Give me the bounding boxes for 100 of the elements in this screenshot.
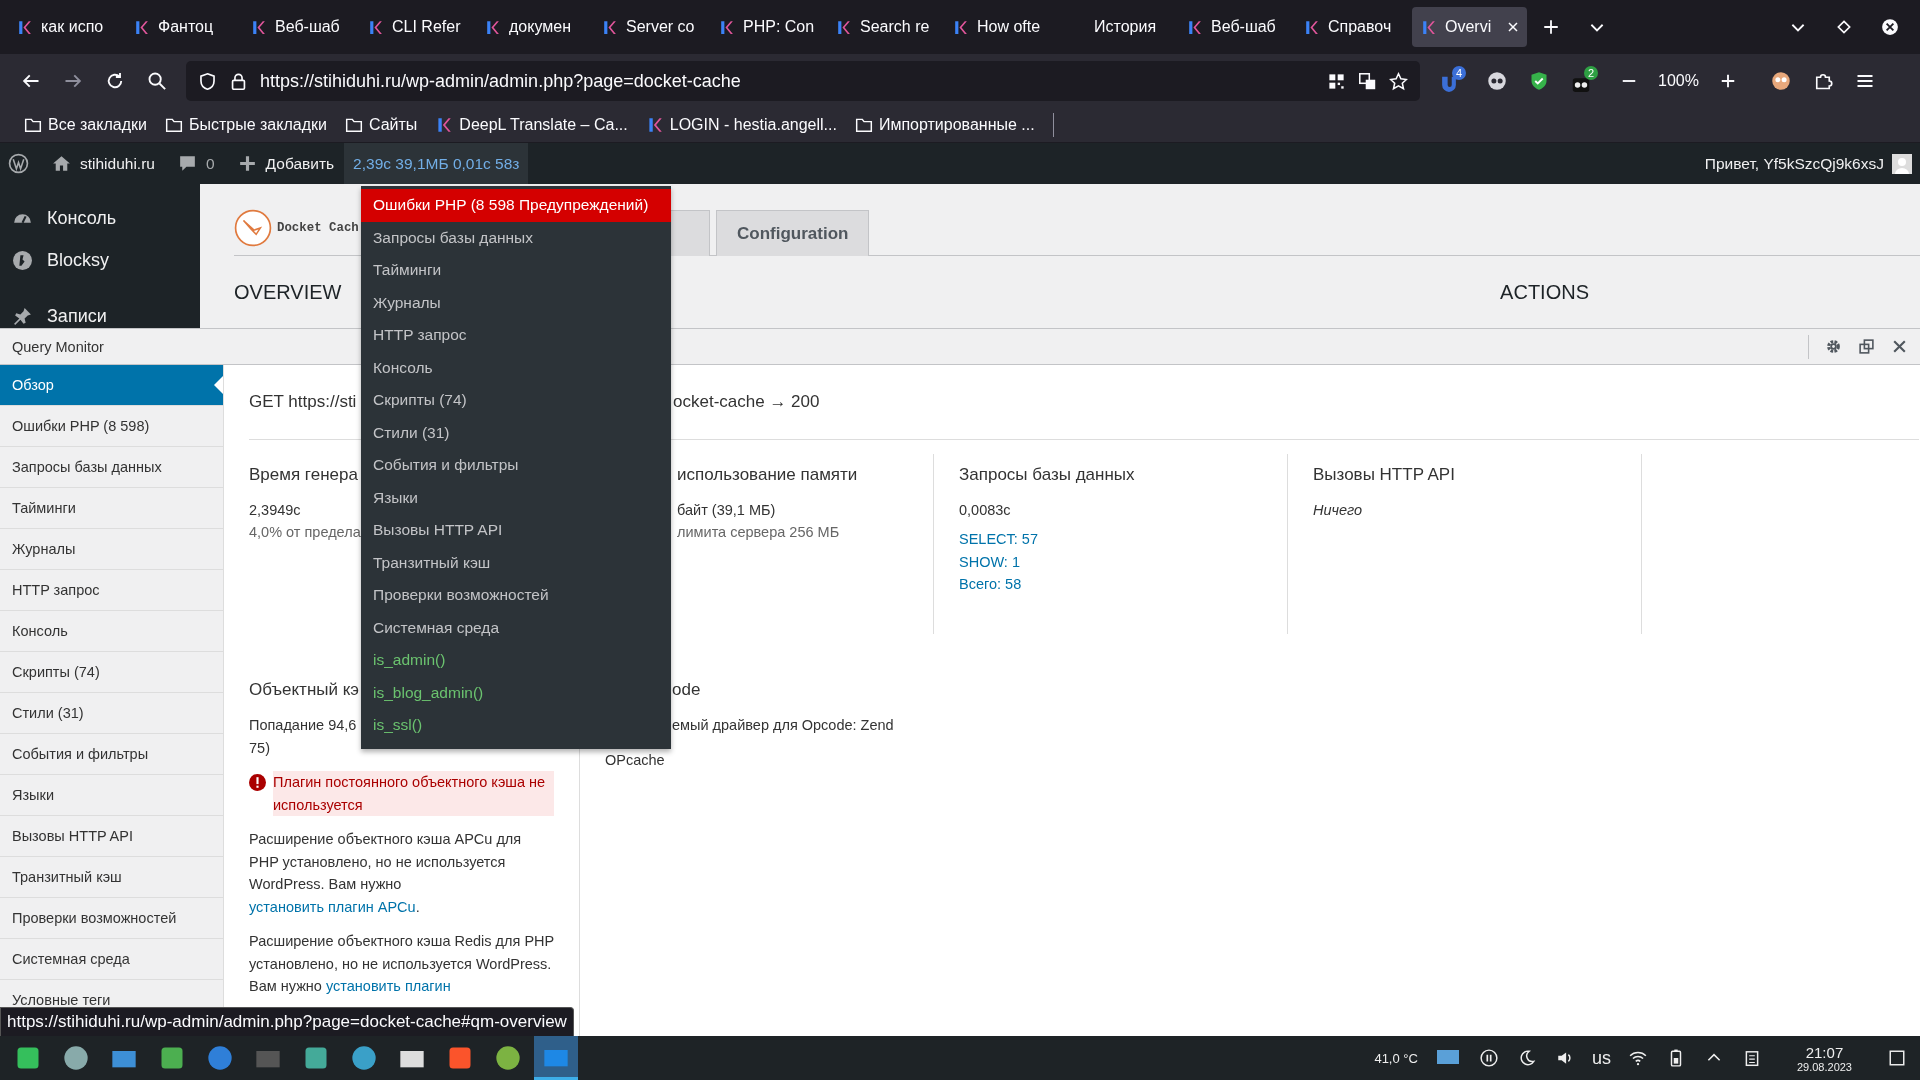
query-monitor-stats[interactable]: 2,39с 39,1МБ 0,01с 58з [344, 143, 529, 184]
bookmark[interactable]: Импортированные ... [854, 116, 1035, 134]
home-icon [51, 153, 72, 174]
shield-check-icon[interactable] [1529, 71, 1549, 91]
clock[interactable]: 21:07 29.08.2023 [1796, 1043, 1852, 1073]
address-field[interactable]: https://stihiduhi.ru/wp-admin/admin.php?page=docket-cache [186, 61, 1420, 101]
temperature-text: 41,0 °C [1374, 1050, 1418, 1066]
browser-tab[interactable]: История [1061, 7, 1176, 47]
panel-nav-item[interactable]: Транзитный кэш [0, 857, 223, 898]
bookmark[interactable]: LOGIN - hestia.angell... [645, 116, 837, 134]
menu-item[interactable]: Журналы [361, 286, 671, 319]
diamond-icon[interactable] [1835, 18, 1853, 36]
install-link[interactable]: установить плагин [325, 978, 451, 994]
mask-icon[interactable] [1487, 71, 1507, 91]
panel-nav-item[interactable]: Вызовы HTTP API [0, 816, 223, 857]
new-content-link[interactable]: Добавить [236, 153, 335, 174]
comments-link[interactable]: 0 [176, 153, 215, 174]
panel-nav-item[interactable]: Системная среда [0, 939, 223, 980]
menu-item[interactable]: Языки [361, 481, 671, 514]
menu-item[interactable]: События и фильтры [361, 449, 671, 482]
bookmark[interactable]: Сайты [344, 116, 418, 134]
panel-nav-item[interactable]: Журналы [0, 529, 223, 570]
account-icon[interactable] [1770, 71, 1791, 91]
metric-title: использование памяти [677, 465, 858, 485]
plugin-title: Docket Cach [277, 221, 359, 235]
exclamation-icon [249, 774, 266, 791]
browser-tab[interactable]: CLI Refer [359, 7, 474, 47]
browser-tab[interactable]: Справоч [1295, 7, 1410, 47]
pause-icon[interactable] [1479, 1049, 1498, 1067]
close-icon[interactable] [1881, 18, 1899, 36]
browser-tab[interactable]: Search re [827, 7, 942, 47]
browser-tab[interactable]: PHP: Con [710, 7, 825, 47]
reload-icon[interactable] [105, 71, 125, 91]
menu-item[interactable]: Запросы базы данных [361, 221, 671, 254]
menu-item[interactable]: HTTP запрос [361, 319, 671, 352]
star-icon[interactable] [1389, 71, 1408, 91]
panel-nav-item[interactable]: Ошибки PHP (8 598) [0, 406, 223, 447]
install-link[interactable]: установить плагин APCu [249, 898, 416, 915]
folder-icon [344, 116, 363, 134]
browser-tab[interactable]: Веб-шаб [242, 7, 357, 47]
menu-item[interactable]: Тайминги [361, 254, 671, 287]
admin-menu-item[interactable]: Консоль [0, 207, 200, 231]
close-icon[interactable] [1891, 338, 1908, 355]
site-icon [435, 116, 454, 134]
browser-tab[interactable]: Фантоц [125, 7, 240, 47]
panel-nav-item[interactable]: Обзор [0, 365, 223, 406]
browser-tab[interactable]: как испо [8, 7, 123, 47]
panel-nav-item[interactable]: События и фильтры [0, 734, 223, 775]
settings-icon[interactable] [1825, 338, 1842, 355]
admin-menu-item[interactable]: Записи [0, 304, 200, 328]
admin-menu-item[interactable]: Blocksy [0, 248, 200, 273]
panel-nav-item[interactable]: Проверки возможностей [0, 898, 223, 939]
panel-nav-item[interactable]: HTTP запрос [0, 570, 223, 611]
menu-item[interactable]: Транзитный кэш [361, 546, 671, 579]
panel-nav-item[interactable]: Языки [0, 775, 223, 816]
panel-nav-item[interactable]: Стили (31) [0, 693, 223, 734]
new-tab-icon[interactable] [1542, 18, 1560, 36]
site-link[interactable]: stihiduhi.ru [51, 153, 155, 174]
wordpress-logo[interactable] [8, 153, 29, 174]
translate-icon[interactable] [1358, 71, 1377, 91]
bookmark[interactable]: DeepL Translate – Ca... [435, 116, 628, 134]
menu-item[interactable]: Стили (31) [361, 416, 671, 449]
wifi-icon[interactable] [1628, 1049, 1647, 1067]
menu-item[interactable]: Вызовы HTTP API [361, 514, 671, 547]
description-text: Расширение объектного кэша Redis для PHP установлено, но не используется WordPress. Вам нужно установить плагин [249, 932, 554, 996]
shield-icon[interactable] [198, 71, 217, 91]
panel-nav-item[interactable]: Скрипты (74) [0, 652, 223, 693]
zoom-level[interactable]: 100% [1658, 72, 1699, 90]
panel-nav-item[interactable]: Тайминги [0, 488, 223, 529]
menu-item[interactable]: Проверки возможностей [361, 579, 671, 612]
query-link[interactable]: Всего: 58 [959, 573, 1038, 596]
panel-nav-item[interactable]: Консоль [0, 611, 223, 652]
menu-item[interactable]: is_ssl() [361, 709, 671, 742]
query-link[interactable]: SHOW: 1 [959, 550, 1038, 573]
menu-item[interactable]: Консоль [361, 351, 671, 384]
monitor-icon[interactable] [1435, 1049, 1460, 1067]
settings-tab[interactable]: Configuration [716, 210, 870, 256]
bookmark[interactable]: Все закладки [24, 116, 147, 134]
lock-icon[interactable] [229, 71, 248, 91]
keyboard-layout[interactable]: us [1591, 1047, 1611, 1069]
window-icon[interactable] [1858, 338, 1875, 355]
menu-item[interactable]: Скрипты (74) [361, 384, 671, 417]
browser-tab[interactable]: Server co [593, 7, 708, 47]
account-link[interactable]: Привет, Yf5kSzcQj9k6xsJ [1704, 153, 1912, 174]
count-badge: 4 [1451, 66, 1466, 80]
show-desktop-icon[interactable] [1888, 1049, 1906, 1067]
menu-item[interactable]: is_admin() [361, 644, 671, 677]
bookmark[interactable]: Быстрые закладки [164, 116, 327, 134]
grid-icon[interactable] [1327, 71, 1346, 91]
menu-item[interactable]: is_blog_admin() [361, 676, 671, 709]
app-icon [494, 1044, 522, 1072]
browser-tab[interactable]: How ofte [944, 7, 1059, 47]
panel-nav-item[interactable]: Запросы базы данных [0, 447, 223, 488]
browser-tab[interactable]: Веб-шаб [1178, 7, 1293, 47]
menu-item[interactable]: Системная среда [361, 611, 671, 644]
query-link[interactable]: SELECT: 57 [959, 528, 1038, 551]
browser-tab[interactable]: докумен [476, 7, 591, 47]
search-icon[interactable] [147, 71, 167, 91]
close-icon[interactable] [1507, 21, 1519, 33]
browser-tab[interactable]: Overvi [1412, 7, 1527, 47]
